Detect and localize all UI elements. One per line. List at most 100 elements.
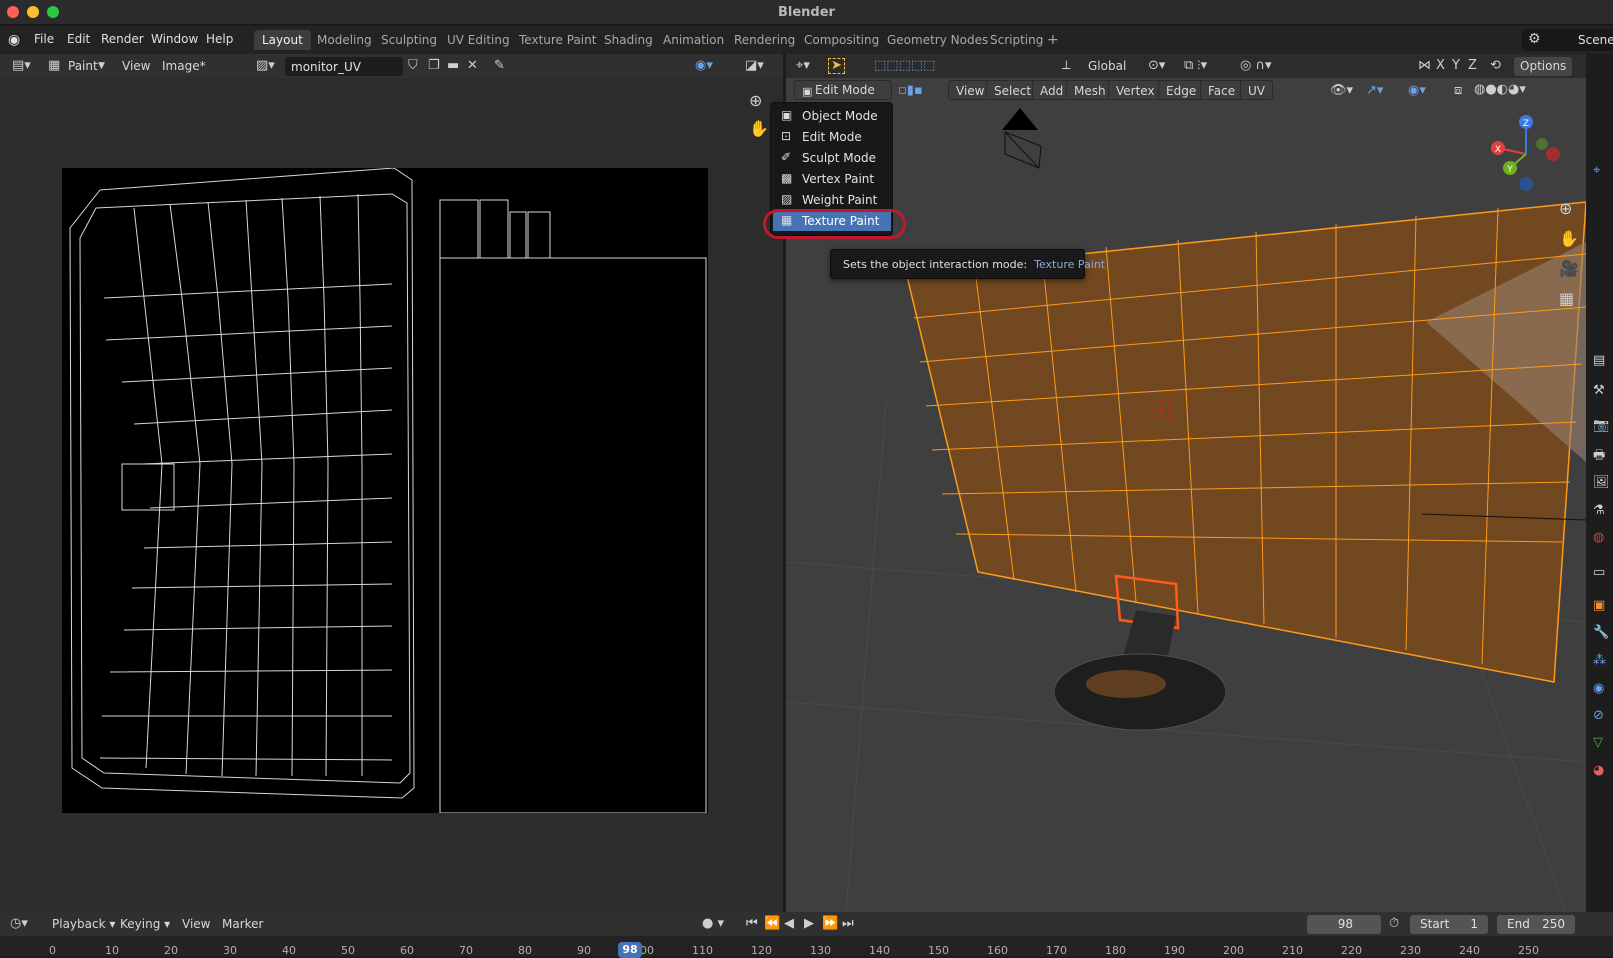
menu-file[interactable]: File xyxy=(34,32,54,46)
constraints-icon[interactable]: ⊘ xyxy=(1593,709,1604,723)
tab-compositing[interactable]: Compositing xyxy=(796,30,887,50)
tab-modeling[interactable]: Modeling xyxy=(309,30,380,50)
auto-merge-icon[interactable]: ⟲ xyxy=(1490,59,1501,73)
hand-pan-icon[interactable]: ✋ xyxy=(1559,231,1579,247)
snap-icon[interactable]: ⧉ ⫶▾ xyxy=(1184,59,1207,73)
overlay-icon[interactable]: ◉▾ xyxy=(695,59,713,73)
physics-icon[interactable]: ◉ xyxy=(1593,682,1604,696)
tab-rendering[interactable]: Rendering xyxy=(726,30,803,50)
menu-marker[interactable]: Marker xyxy=(216,915,269,934)
menu-playback[interactable]: Playback ▾ xyxy=(46,915,121,934)
shading-modes-icon[interactable]: ◍●◐◕▾ xyxy=(1474,83,1526,97)
viewport-canvas[interactable] xyxy=(786,102,1586,912)
render-icon[interactable]: 📷 xyxy=(1593,419,1609,433)
zoom-icon[interactable]: ⊕ xyxy=(1559,201,1572,217)
menu-uv[interactable]: UV xyxy=(1240,80,1273,100)
tool-settings-icon[interactable]: ⚒ xyxy=(1593,384,1605,398)
close-icon[interactable]: ✕ xyxy=(467,59,478,73)
tab-uv-editing[interactable]: UV Editing xyxy=(439,30,518,50)
camera-object[interactable] xyxy=(1002,108,1042,169)
zoom-icon[interactable]: ⊕ xyxy=(749,93,762,109)
uv-image-canvas[interactable] xyxy=(62,168,708,813)
overlay-icon[interactable]: ◉▾ xyxy=(1408,84,1426,98)
start-frame-field[interactable]: Start 1 xyxy=(1410,915,1488,934)
next-keyframe-icon[interactable]: ⏩ xyxy=(822,917,838,931)
mode-object[interactable]: ▣ Object Mode xyxy=(773,106,891,126)
perspective-grid-icon[interactable]: ▦ xyxy=(1559,291,1574,307)
play-icon[interactable]: ▶ xyxy=(804,917,814,931)
object-icon[interactable]: ▣ xyxy=(1593,599,1605,613)
menu-help[interactable]: Help xyxy=(206,32,233,46)
tab-geometry-nodes[interactable]: Geometry Nodes xyxy=(879,30,996,50)
menu-window[interactable]: Window xyxy=(151,32,198,46)
visibility-icon[interactable]: 👁▾ xyxy=(1330,84,1353,98)
properties-toggle-icon[interactable]: ▤ xyxy=(1593,354,1605,368)
editor-type-icon[interactable]: ◷▾ xyxy=(10,917,28,931)
menu-edit[interactable]: Edit xyxy=(67,32,90,46)
pin-icon[interactable]: ✎ xyxy=(494,59,505,73)
open-image-icon[interactable]: ▬ xyxy=(447,59,459,73)
view-layer-icon[interactable]: 🖼 xyxy=(1593,476,1610,490)
tool-icon[interactable]: ⌖ xyxy=(1593,164,1600,178)
menu-render[interactable]: Render xyxy=(101,32,144,46)
menu-keying[interactable]: Keying ▾ xyxy=(114,915,176,934)
mode-sculpt[interactable]: ✐ Sculpt Mode xyxy=(773,148,891,168)
tab-animation[interactable]: Animation xyxy=(655,30,732,50)
navigation-gizmo[interactable]: Z X Y xyxy=(1486,114,1566,194)
menu-view[interactable]: View xyxy=(176,915,216,934)
mode-vertex-paint[interactable]: ▩ Vertex Paint xyxy=(773,169,891,189)
prev-keyframe-icon[interactable]: ⏪ xyxy=(764,917,780,931)
menu-view[interactable]: View xyxy=(116,57,156,76)
hand-pan-icon[interactable]: ✋ xyxy=(749,121,769,137)
scene-props-icon[interactable]: ⚗ xyxy=(1593,504,1605,518)
data-icon[interactable]: ▽ xyxy=(1593,736,1603,750)
play-reverse-icon[interactable]: ◀ xyxy=(784,917,794,931)
material-icon[interactable]: ◕ xyxy=(1593,764,1604,778)
scene-selector[interactable]: ⚙ Scene xyxy=(1522,29,1613,51)
tab-shading[interactable]: Shading xyxy=(596,30,661,50)
display-channels-icon[interactable]: ◪▾ xyxy=(745,59,764,73)
mirror-z[interactable]: Z xyxy=(1468,59,1477,73)
select-tool-icon[interactable]: ➤ xyxy=(828,58,845,74)
jump-end-icon[interactable]: ⏭ xyxy=(842,917,854,931)
editor-type-icon[interactable]: ▤▾ xyxy=(12,59,31,73)
timer-icon[interactable]: ⏱ xyxy=(1389,917,1399,931)
fake-user-icon[interactable]: ⛉ xyxy=(408,59,418,73)
orientation-dropdown[interactable]: Global xyxy=(1082,57,1132,76)
output-icon[interactable]: 🖶 xyxy=(1593,449,1605,463)
xray-icon[interactable]: ⧈ xyxy=(1454,84,1462,98)
mode-dropdown[interactable]: ▣ Edit Mode xyxy=(794,80,892,100)
modifier-icon[interactable]: 🔧 xyxy=(1593,626,1609,640)
collection-icon[interactable]: ▭ xyxy=(1593,566,1605,580)
add-workspace-icon[interactable]: + xyxy=(1047,32,1059,48)
world-icon[interactable]: ◍ xyxy=(1593,531,1604,545)
pivot-icon[interactable]: ⊙▾ xyxy=(1148,59,1165,73)
tab-layout[interactable]: Layout xyxy=(254,30,311,50)
tab-scripting[interactable]: Scripting xyxy=(982,30,1051,50)
camera-view-icon[interactable]: 🎥 xyxy=(1559,261,1579,277)
blender-logo-icon[interactable]: ◉ xyxy=(8,32,24,48)
mode-edit[interactable]: ⊡ Edit Mode xyxy=(773,127,891,147)
end-frame-field[interactable]: End 250 xyxy=(1497,915,1575,934)
menu-vertex[interactable]: Vertex xyxy=(1108,80,1163,100)
menu-edge[interactable]: Edge xyxy=(1158,80,1205,100)
new-image-icon[interactable]: ❐ xyxy=(428,59,440,73)
options-dropdown[interactable]: Options xyxy=(1514,57,1573,76)
menu-image[interactable]: Image* xyxy=(156,57,212,76)
image-browse-icon[interactable]: ▨▾ xyxy=(256,59,275,73)
gizmo-icon[interactable]: ↗▾ xyxy=(1366,84,1383,98)
mirror-icon[interactable]: ⋈ xyxy=(1418,59,1431,73)
mode-weight-paint[interactable]: ▨ Weight Paint xyxy=(773,190,891,210)
select-box-icon[interactable]: ⬚⬚⬚⬚⬚ xyxy=(874,59,935,73)
mirror-y[interactable]: Y xyxy=(1452,59,1460,73)
image-name-field[interactable]: monitor_UV xyxy=(285,57,403,76)
mirror-x[interactable]: X xyxy=(1436,59,1445,73)
tab-texture-paint[interactable]: Texture Paint xyxy=(511,30,604,50)
menu-face[interactable]: Face xyxy=(1200,80,1244,100)
current-frame-field[interactable]: 98 xyxy=(1307,915,1381,934)
jump-start-icon[interactable]: ⏮ xyxy=(746,917,758,931)
tab-sculpting[interactable]: Sculpting xyxy=(373,30,445,50)
menu-mesh[interactable]: Mesh xyxy=(1066,80,1114,100)
particles-icon[interactable]: ⁂ xyxy=(1593,654,1606,668)
record-icon[interactable]: ● ▾ xyxy=(702,917,724,931)
